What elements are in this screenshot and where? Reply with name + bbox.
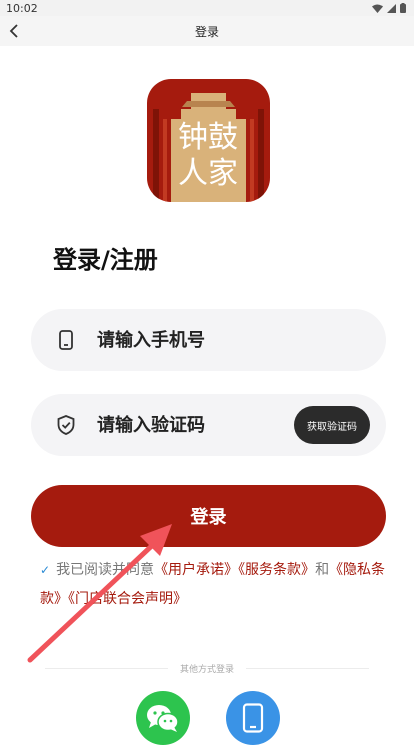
mobile-icon — [242, 703, 264, 733]
phone-icon — [55, 329, 77, 351]
shield-check-icon — [55, 414, 77, 436]
logo-text-line2: 人家 — [178, 156, 238, 191]
logo-text-line1: 钟鼓 — [178, 120, 238, 155]
signal-icon — [387, 3, 396, 13]
phone-field — [31, 309, 386, 371]
app-logo: 钟鼓 人家 — [147, 79, 270, 202]
nav-bar: 登录 — [0, 16, 414, 46]
nav-title: 登录 — [194, 24, 219, 39]
wechat-login-button[interactable] — [136, 691, 190, 745]
store-statement-link[interactable]: 《门店联合会声明》 — [68, 591, 187, 607]
chevron-left-icon — [9, 24, 18, 38]
other-login-label: 其他方式登录 — [180, 664, 235, 675]
divider-line-left — [45, 667, 168, 669]
service-terms-link[interactable]: 《服务条款》 — [238, 562, 315, 578]
other-login-divider: 其他方式登录 — [45, 661, 370, 675]
divider-line-right — [246, 667, 370, 669]
wechat-icon — [147, 705, 179, 732]
agreement-text: ✓ 我已阅读并同意《用户承诺》《服务条款》和《隐私条款》《门店联合会声明》 — [40, 556, 390, 614]
code-field: 获取验证码 — [31, 394, 386, 456]
wifi-icon — [372, 4, 383, 13]
page-title: 登录/注册 — [53, 246, 158, 274]
status-bar: 10:02 — [0, 0, 414, 16]
status-time: 10:02 — [6, 1, 38, 15]
back-button[interactable] — [4, 21, 24, 41]
agreement-prefix: 我已阅读并同意 — [56, 562, 155, 578]
checkmark-icon[interactable]: ✓ — [40, 563, 50, 577]
mobile-login-button[interactable] — [226, 691, 280, 745]
battery-icon — [400, 3, 406, 13]
user-promise-link[interactable]: 《用户承诺》 — [154, 562, 238, 578]
get-code-button[interactable]: 获取验证码 — [294, 406, 370, 444]
status-icons — [372, 3, 406, 13]
agreement-conjunction: 和 — [315, 562, 330, 578]
login-button[interactable]: 登录 — [31, 485, 386, 547]
code-input[interactable] — [97, 414, 287, 436]
phone-input[interactable] — [97, 329, 287, 351]
